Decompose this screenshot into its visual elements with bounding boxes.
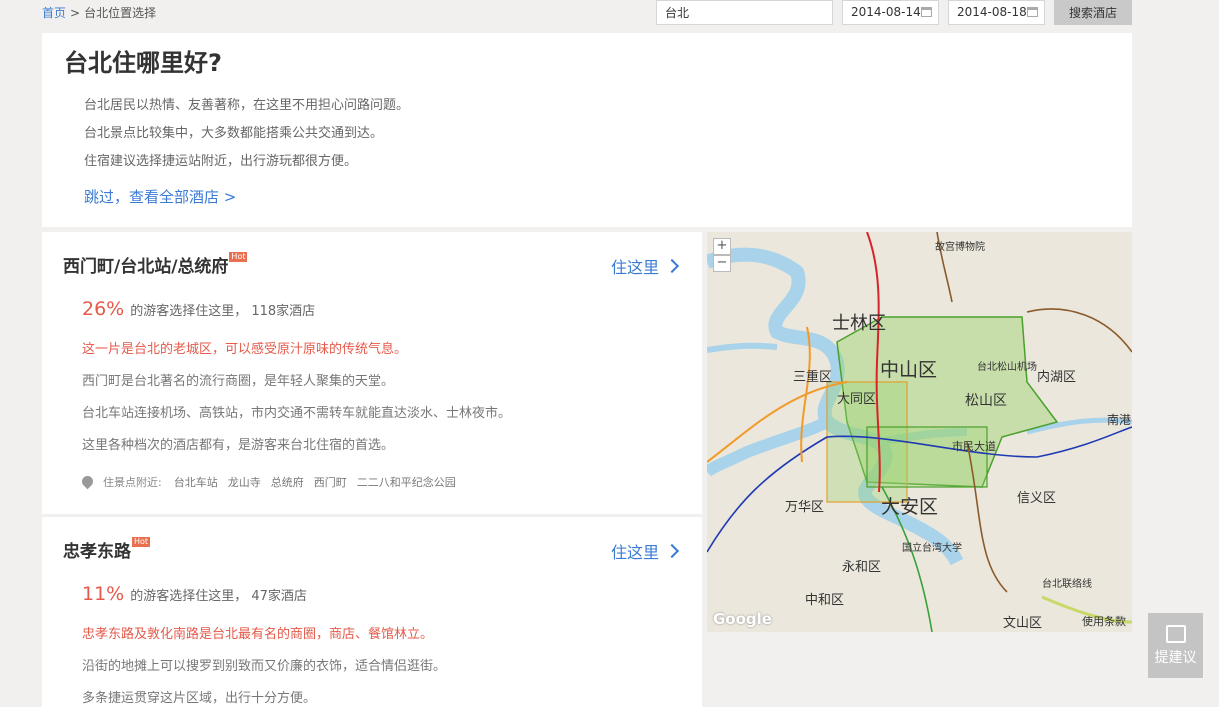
search-hotels-button[interactable]: 搜索酒店	[1054, 0, 1132, 25]
nearby-spot[interactable]: 西门町	[314, 476, 347, 489]
area-card: 西门町/台北站/总统府Hot 住这里 26% 的游客选择住这里， 118家酒店 这…	[42, 232, 702, 514]
map-label-neihu: 内湖区	[1037, 369, 1076, 385]
nearby-spot[interactable]: 龙山寺	[228, 476, 261, 489]
city-input[interactable]: 台北	[656, 0, 833, 25]
live-here-label: 住这里	[610, 543, 659, 562]
live-here-button[interactable]: 住这里	[610, 254, 680, 278]
map-terms-link[interactable]: 使用条款	[1082, 613, 1126, 629]
hot-badge: Hot	[132, 537, 151, 547]
map-label-xinyi: 信义区	[1017, 491, 1056, 506]
calendar-icon	[1027, 7, 1038, 17]
area-detail: 西门町是台北著名的流行商圈，是年轻人聚集的天堂。	[82, 374, 395, 389]
skip-view-all-hotels-link[interactable]: 跳过，查看全部酒店 >	[84, 186, 236, 207]
map-label-songshan: 松山区	[965, 393, 1007, 409]
area-stat-text: 的游客选择住这里， 118家酒店	[130, 304, 316, 319]
live-here-label: 住这里	[610, 258, 659, 277]
map-label-zhonghe: 中和区	[805, 593, 844, 608]
calendar-icon	[921, 7, 932, 17]
area-title: 西门町/台北站/总统府Hot	[63, 252, 248, 277]
area-stats: 11% 的游客选择住这里， 47家酒店	[82, 583, 307, 605]
checkout-date-input[interactable]: 2014-08-18	[948, 0, 1045, 25]
checkout-date-value: 2014-08-18	[957, 5, 1027, 19]
area-detail: 沿街的地摊上可以搜罗到别致而又价廉的衣饰，适合情侣逛街。	[82, 659, 447, 674]
map-label-civic-blvd: 市民大道	[952, 439, 996, 453]
breadcrumb-home-link[interactable]: 首页	[42, 6, 66, 20]
hot-badge: Hot	[229, 252, 248, 262]
chevron-right-icon	[664, 543, 680, 559]
area-percent: 11%	[82, 583, 125, 605]
area-highlight: 忠孝东路及敦化南路是台北最有名的商圈，商店、餐馆林立。	[82, 627, 434, 642]
breadcrumb-separator: >	[70, 6, 81, 20]
checkin-date-input[interactable]: 2014-08-14	[842, 0, 939, 25]
area-map[interactable]: 士林区 中山区 三重区 大同区 松山区 内湖区 台北松山机场 大安区 万华区 信…	[707, 232, 1132, 632]
area-detail: 台北车站连接机场、高铁站，市内交通不需转车就能直达淡水、士林夜市。	[82, 406, 512, 421]
edit-icon	[1165, 625, 1186, 643]
map-label-palace-museum: 故宫博物院	[935, 240, 985, 253]
nearby-label: 住景点附近:	[103, 476, 162, 489]
map-label-nangang: 南港	[1107, 412, 1131, 427]
river	[707, 342, 778, 353]
location-pin-icon	[79, 473, 96, 490]
map-label-datong: 大同区	[837, 392, 876, 407]
map-label-songshan-airport: 台北松山机场	[977, 360, 1037, 373]
map-label-ntu: 国立台湾大学	[902, 541, 962, 554]
area-card: 忠孝东路Hot 住这里 11% 的游客选择住这里， 47家酒店 忠孝东路及敦化南路…	[42, 517, 702, 707]
feedback-button[interactable]: 提建议	[1148, 613, 1203, 678]
nearby-spot[interactable]: 总统府	[271, 476, 304, 489]
map-label-zhongshan: 中山区	[880, 359, 937, 381]
checkin-date-value: 2014-08-14	[851, 5, 921, 19]
breadcrumb-current: 台北位置选择	[84, 6, 157, 20]
map-label-taipei-link: 台北联络线	[1042, 577, 1092, 590]
area-detail: 多条捷运贯穿这片区域，出行十分方便。	[82, 691, 317, 706]
map-label-shilin: 士林区	[832, 313, 886, 334]
area-stat-text: 的游客选择住这里， 47家酒店	[130, 589, 307, 604]
google-logo: Google	[713, 610, 772, 628]
intro-line: 住宿建议选择捷运站附近，出行游玩都很方便。	[84, 154, 358, 169]
nearby-spots: 住景点附近: 台北车站 龙山寺 总统府 西门町 二二八和平纪念公园	[79, 473, 466, 490]
nearby-spot[interactable]: 二二八和平纪念公园	[357, 476, 456, 489]
map-label-yonghe: 永和区	[842, 560, 881, 575]
breadcrumb: 首页 > 台北位置选择	[42, 4, 156, 21]
page-title: 台北住哪里好?	[64, 49, 222, 77]
chevron-right-icon	[664, 258, 680, 274]
intro-line: 台北景点比较集中，大多数都能搭乘公共交通到达。	[84, 126, 384, 141]
map-label-daan: 大安区	[881, 496, 938, 518]
feedback-label: 提建议	[1154, 650, 1197, 666]
map-label-sanchong: 三重区	[793, 369, 832, 385]
area-percent: 26%	[82, 298, 125, 320]
nearby-spot[interactable]: 台北车站	[174, 476, 218, 489]
intro-panel: 台北住哪里好? 台北居民以热情、友善著称，在这里不用担心问路问题。 台北景点比较…	[42, 33, 1132, 227]
intro-line: 台北居民以热情、友善著称，在这里不用担心问路问题。	[84, 98, 410, 113]
map-canvas: 士林区 中山区 三重区 大同区 松山区 内湖区 台北松山机场 大安区 万华区 信…	[707, 232, 1132, 632]
area-name: 西门町/台北站/总统府	[63, 257, 229, 277]
map-zoom-in-button[interactable]: +	[713, 238, 731, 255]
map-label-wanhua: 万华区	[785, 500, 824, 515]
area-title: 忠孝东路Hot	[63, 537, 151, 562]
area-detail: 这里各种档次的酒店都有，是游客来台北住宿的首选。	[82, 438, 395, 453]
area-name: 忠孝东路	[63, 542, 131, 562]
area-stats: 26% 的游客选择住这里， 118家酒店	[82, 298, 315, 320]
live-here-button[interactable]: 住这里	[610, 539, 680, 563]
map-zoom-out-button[interactable]: −	[713, 255, 731, 272]
district-zone	[866, 426, 988, 488]
map-label-wenshan: 文山区	[1003, 616, 1042, 631]
area-highlight: 这一片是台北的老城区，可以感受原汁原味的传统气息。	[82, 342, 408, 357]
